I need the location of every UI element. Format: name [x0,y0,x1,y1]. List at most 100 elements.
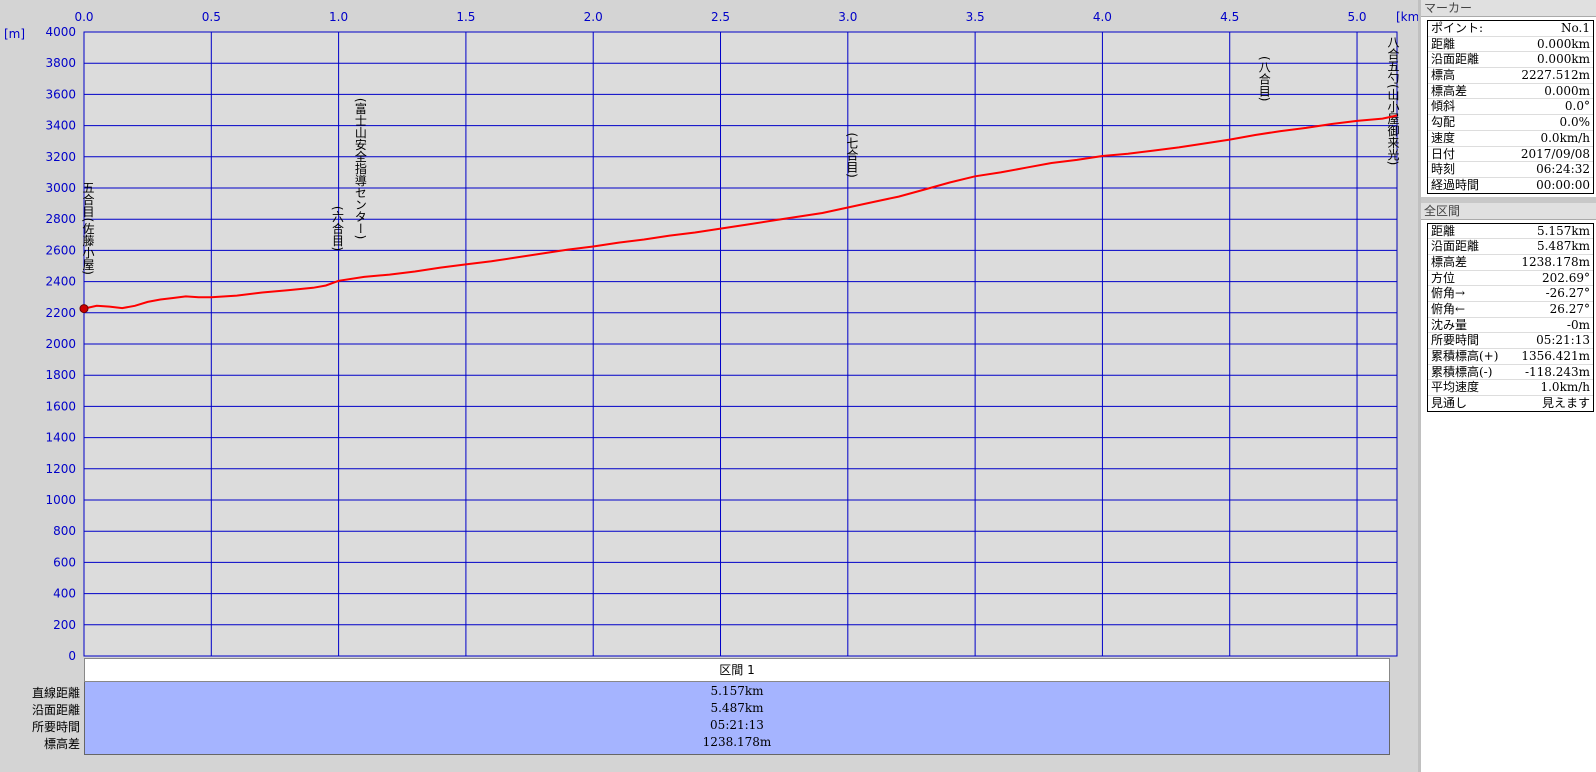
marker-row: 経過時間 00:00:00 [1428,178,1593,193]
marker-row-key: 勾配 [1431,115,1456,130]
section-header[interactable]: 区間 1 [84,658,1390,682]
marker-row-key: 沿面距離 [1431,52,1480,67]
section-label-surface-distance: 沿面距離 [31,703,80,717]
section-label-straight-distance: 直線距離 [31,686,80,700]
waypoint-label: 八合五勺(山小屋御来光) [1386,36,1400,165]
y-tick-label: 4000 [45,25,76,39]
section-elevation-diff: 1238.178m [702,735,772,749]
marker-row-key: 標高差 [1431,83,1468,98]
y-tick-label: 3000 [45,181,76,195]
total-row: 平均速度 1.0km/h [1428,380,1593,397]
y-tick-label: 1000 [45,493,76,507]
marker-row-key: 距離 [1431,36,1456,51]
marker-panel-title: マーカー [1421,0,1596,17]
marker-row-value: 0.000km [1536,36,1590,51]
start-marker [79,304,89,314]
total-row-key: 方位 [1431,270,1456,285]
y-tick-label: 3800 [45,56,76,70]
total-row-key: 所要時間 [1431,333,1480,348]
total-row-value: 5.487km [1536,239,1590,254]
y-tick-label: 800 [53,524,76,538]
section-summary: 5.157km 5.487km 05:21:13 1238.178m [84,682,1390,755]
x-tick-label: 2.0 [584,10,603,24]
waypoint-label: (六合目) [331,206,345,251]
total-row-key: 累積標高(+) [1431,349,1499,364]
marker-row: 日付 2017/09/08 [1428,147,1593,163]
x-tick-label: 0.5 [202,10,221,24]
total-row: 標高差 1238.178m [1428,255,1593,271]
y-tick-label: 2000 [45,337,76,351]
total-row: 累積標高(-) -118.243m [1428,365,1593,381]
total-row-value: 1356.421m [1521,349,1590,364]
y-tick-label: 1600 [45,399,76,413]
elevation-profile-chart[interactable]: 0 200 400 600 800 1000 1200 1400 1600 1800 2000 220… [0,0,1418,660]
y-tick-label: 1400 [45,431,76,445]
marker-row-key: 時刻 [1431,162,1456,177]
marker-row-key: 標高 [1431,68,1456,83]
marker-row: 距離 0.000km [1428,37,1593,53]
total-row: 距離 5.157km [1428,224,1593,240]
marker-row-value: 2227.512m [1521,68,1590,83]
marker-row: 標高差 0.000m [1428,84,1593,100]
x-tick-label: 2.5 [711,10,730,24]
x-tick-label: 4.5 [1220,10,1239,24]
total-row-value: 202.69° [1542,270,1590,285]
total-row-key: 沈み量 [1431,317,1468,332]
total-table: 距離 5.157km 沿面距離 5.487km 標高差 1238.178m 方位 202.69… [1427,222,1594,412]
marker-row-value: 0.000km [1536,52,1590,67]
x-tick-label: 1.0 [329,10,348,24]
marker-row: 勾配 0.0% [1428,115,1593,131]
section-duration: 05:21:13 [710,718,764,732]
total-row-value: -118.243m [1524,364,1590,379]
x-axis-unit: [km] [1396,10,1418,24]
y-tick-label: 2600 [45,243,76,257]
marker-row-value: 0.0° [1564,99,1590,114]
total-row-value: 26.27° [1549,302,1590,316]
total-row-value: 1238.178m [1521,254,1590,269]
section-straight-distance: 5.157km [710,684,764,698]
marker-row: 沿面距離 0.000km [1428,52,1593,69]
total-row: 累積標高(+) 1356.421m [1428,349,1593,365]
marker-table: ポイント: No.1 距離 0.000km 沿面距離 0.000km 標高 2227.512m… [1427,20,1594,194]
total-row: 沿面距離 5.487km [1428,239,1593,255]
marker-row-value: 0.0km/h [1540,130,1590,145]
waypoint-label: (八合目) [1257,56,1271,101]
y-tick-label: 2200 [45,306,76,320]
x-tick-label: 5.0 [1347,10,1366,24]
y-axis-unit: [m] [4,27,25,41]
y-tick-label: 2400 [45,275,76,289]
marker-row-key: ポイント: [1431,21,1484,35]
total-panel-title: 全区間 [1421,202,1596,220]
total-row-value: -26.27° [1545,286,1590,301]
total-row: 見通し 見えます [1428,396,1593,411]
marker-row-key: 傾斜 [1431,99,1456,114]
marker-row: ポイント: No.1 [1428,21,1593,37]
total-row-value: 5.157km [1536,223,1590,238]
total-row-value: -0m [1566,317,1590,332]
total-row-key: 標高差 [1431,254,1468,269]
y-tick-label: 600 [53,555,76,569]
total-row: 所要時間 05:21:13 [1428,333,1593,350]
total-row-value: 05:21:13 [1536,333,1590,348]
total-row: 沈み量 -0m [1428,318,1593,334]
marker-row-value: 2017/09/08 [1520,146,1590,161]
waypoint-label: (富士山安全指導センター) [353,98,367,239]
y-tick-label: 200 [53,618,76,632]
y-tick-label: 3200 [45,150,76,164]
x-tick-label: 3.5 [966,10,985,24]
section-label-elevation-diff: 標高差 [43,737,80,751]
y-tick-label: 400 [53,587,76,601]
marker-row-key: 速度 [1431,130,1456,145]
x-tick-label: 0.0 [74,10,93,24]
total-row: 方位 202.69° [1428,271,1593,287]
waypoint-label: 五合目(佐藤小屋) [81,182,95,275]
total-row-key: 平均速度 [1431,380,1480,395]
total-row-key: 累積標高(-) [1431,364,1493,379]
x-tick-label: 1.5 [456,10,475,24]
total-row-key: 俯角→ [1431,286,1466,301]
marker-row: 時刻 06:24:32 [1428,162,1593,178]
marker-row-value: 00:00:00 [1536,177,1590,192]
info-sidebar: マーカー ポイント: No.1 距離 0.000km 沿面距離 0.000km 標高 2227… [1421,0,1596,772]
total-row-value: 1.0km/h [1540,380,1590,395]
total-row-value: 見えます [1541,396,1590,411]
